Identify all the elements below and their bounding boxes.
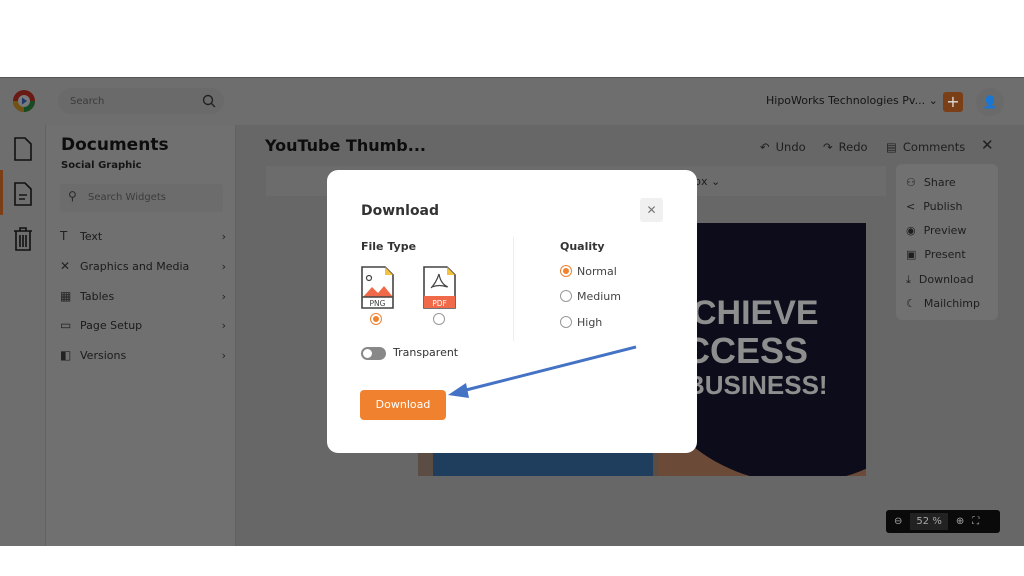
file-type-label: File Type [361, 240, 417, 253]
chevron-right-icon: › [221, 229, 226, 243]
thumbnail-text-line: CHIEVE [692, 294, 819, 332]
zoom-in-icon[interactable]: ⊕ [956, 516, 964, 527]
chevron-right-icon: › [221, 259, 226, 273]
panel-item-text[interactable]: T Text › [60, 226, 226, 246]
fullscreen-icon[interactable]: ⛶ [972, 516, 979, 527]
chevron-right-icon: › [221, 348, 226, 362]
comments-button[interactable]: ▤ Comments [886, 140, 965, 154]
menu-item-download[interactable]: ⤓ Download [906, 273, 974, 287]
eye-icon: ◉ [906, 224, 916, 237]
mailchimp-icon: ☾ [906, 297, 916, 310]
undo-button[interactable]: ↶ Undo [760, 140, 806, 154]
png-label: PNG [370, 299, 386, 308]
page-setup-icon: ▭ [60, 318, 72, 332]
pdf-file-icon[interactable]: PDF [423, 266, 456, 309]
quality-high-label[interactable]: High [577, 316, 602, 329]
quality-normal-label[interactable]: Normal [577, 265, 617, 278]
menu-item-present[interactable]: ▣ Present [906, 248, 966, 261]
undo-icon: ↶ [760, 140, 770, 154]
transparent-toggle[interactable] [361, 347, 386, 360]
panel-item-graphics[interactable]: ✕ Graphics and Media › [60, 256, 226, 276]
size-unit-select[interactable]: px ⌄ [694, 175, 720, 188]
publish-icon: < [906, 200, 916, 213]
active-indicator [0, 170, 3, 215]
app-logo-icon[interactable] [11, 88, 37, 114]
icon-rail [0, 125, 46, 546]
organization-selector[interactable]: HipoWorks Technologies Pv... ⌄ [766, 94, 938, 107]
panel-item-tables[interactable]: ▦ Tables › [60, 286, 226, 306]
quality-medium-label[interactable]: Medium [577, 290, 621, 303]
close-editor-button[interactable]: ✕ [981, 136, 994, 154]
redo-button[interactable]: ↷ Redo [823, 140, 868, 154]
chevron-down-icon: ⌄ [928, 94, 938, 107]
close-icon: ✕ [981, 136, 994, 154]
text-icon: T [60, 229, 68, 243]
chevron-right-icon: › [221, 318, 226, 332]
user-icon[interactable]: 👤 [976, 88, 1004, 116]
panel-subtitle: Social Graphic [61, 160, 142, 171]
pdf-radio[interactable] [433, 313, 445, 325]
redo-icon: ↷ [823, 140, 833, 154]
global-search-input[interactable]: Search [58, 88, 224, 114]
graphics-icon: ✕ [60, 259, 71, 273]
transparent-label: Transparent [393, 346, 459, 359]
panel-item-versions[interactable]: ◧ Versions › [60, 345, 226, 365]
panel-title: Documents [61, 135, 169, 155]
png-radio[interactable] [370, 313, 382, 325]
top-bar: Search HipoWorks Technologies Pv... ⌄ + … [0, 78, 1024, 125]
file-icon[interactable] [13, 137, 33, 161]
download-icon: ⤓ [906, 273, 911, 286]
close-icon: ✕ [646, 203, 657, 217]
documents-panel: Documents Social Graphic ⚲ Search Widget… [46, 125, 236, 546]
document-title[interactable]: YouTube Thumb... [265, 136, 426, 155]
actions-menu: ⚇ Share < Publish ◉ Preview ▣ Present ⤓ Downl… [896, 164, 998, 320]
search-icon: ⚲ [68, 189, 77, 203]
comment-icon: ▤ [886, 140, 897, 154]
plus-icon[interactable]: + [943, 92, 963, 112]
menu-item-share[interactable]: ⚇ Share [906, 176, 956, 189]
download-dialog: Download ✕ File Type PNG PDF Quality Nor… [327, 170, 697, 453]
toggle-knob [363, 349, 372, 358]
png-file-icon[interactable]: PNG [361, 266, 394, 309]
menu-item-preview[interactable]: ◉ Preview [906, 224, 966, 237]
table-icon: ▦ [60, 289, 72, 303]
present-icon: ▣ [906, 248, 917, 261]
share-users-icon: ⚇ [906, 176, 916, 189]
panel-item-page-setup[interactable]: ▭ Page Setup › [60, 315, 226, 335]
zoom-value[interactable]: 52 % [910, 513, 948, 530]
search-icon[interactable] [202, 94, 216, 108]
document-icon[interactable] [13, 182, 33, 206]
pdf-label: PDF [432, 299, 447, 308]
thumbnail-text-line: BUSINESS! [686, 370, 828, 400]
trash-icon[interactable] [13, 227, 33, 251]
versions-icon: ◧ [60, 348, 72, 362]
widget-search-input[interactable]: ⚲ Search Widgets [60, 184, 223, 212]
zoom-out-icon[interactable]: ⊖ [894, 516, 902, 527]
quality-medium-radio[interactable] [560, 290, 572, 302]
close-dialog-button[interactable]: ✕ [640, 198, 663, 222]
menu-item-mailchimp[interactable]: ☾ Mailchimp [906, 297, 980, 310]
chevron-right-icon: › [221, 289, 226, 303]
thumbnail-text-line: CCESS [684, 330, 809, 371]
quality-normal-radio[interactable] [560, 265, 572, 277]
quality-high-radio[interactable] [560, 316, 572, 328]
menu-item-publish[interactable]: < Publish [906, 200, 962, 213]
zoom-control: ⊖ 52 % ⊕ ⛶ [886, 510, 1000, 533]
download-button[interactable]: Download [360, 390, 446, 420]
dialog-title: Download [361, 203, 440, 219]
divider [513, 237, 514, 341]
quality-label: Quality [560, 240, 605, 253]
